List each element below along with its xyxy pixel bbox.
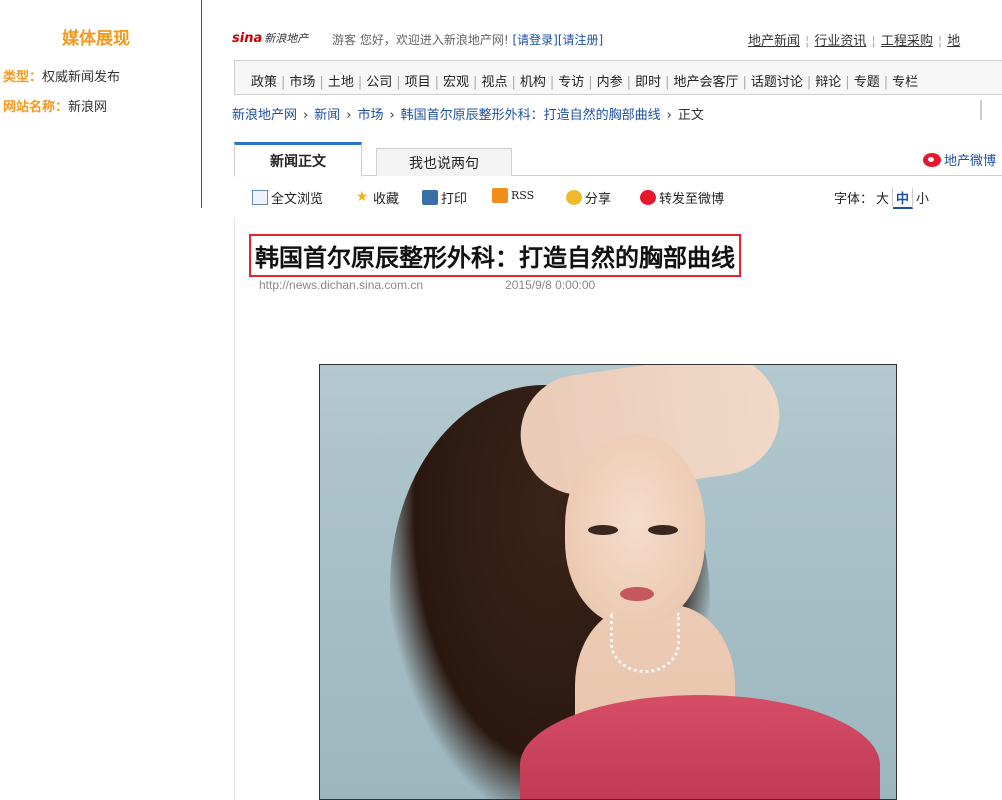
forward-label: 转发至微博 xyxy=(659,192,725,207)
media-sidebar: 媒体展现 类型：权威新闻发布 网站名称：新浪网 xyxy=(0,0,202,208)
sidebar-title: 媒体展现 xyxy=(62,29,130,49)
nav-item[interactable]: 宏观 xyxy=(443,75,469,90)
nav-item[interactable]: 话题讨论 xyxy=(751,75,803,90)
type-label: 类型： xyxy=(3,70,43,85)
breadcrumb-current: 正文 xyxy=(677,108,704,123)
forward-weibo-button[interactable]: 转发至微博 xyxy=(640,188,724,207)
breadcrumb: 新浪地产网 › 新闻 › 市场 › 韩国首尔原辰整形外科：打造自然的胸部曲线 › 正文 xyxy=(232,100,982,123)
article-photo xyxy=(319,364,897,800)
nav-item[interactable]: 项目 xyxy=(405,75,431,90)
print-button[interactable]: 打印 xyxy=(422,188,467,207)
share-button[interactable]: 分享 xyxy=(566,188,611,207)
breadcrumb-market[interactable]: 市场 xyxy=(357,108,383,123)
nav-separator: | xyxy=(319,75,324,90)
nav-item[interactable]: 机构 xyxy=(520,75,546,90)
nav-separator: | xyxy=(396,75,401,90)
nav-item[interactable]: 市场 xyxy=(289,75,315,90)
font-size-large[interactable]: 大 xyxy=(873,188,894,207)
doc-icon xyxy=(252,190,268,205)
font-size-label: 字体： xyxy=(834,192,874,207)
breadcrumb-article[interactable]: 韩国首尔原辰整形外科：打造自然的胸部曲线 xyxy=(401,108,661,123)
weibo-icon xyxy=(922,153,941,167)
fulltext-button[interactable]: 全文浏览 xyxy=(252,188,323,207)
breadcrumb-home[interactable]: 新浪地产网 xyxy=(232,108,297,123)
nav-item[interactable]: 地产会客厅 xyxy=(673,75,738,90)
weibo-forward-icon xyxy=(640,190,656,205)
nav-separator: | xyxy=(511,75,516,90)
sidebar-type-row: 类型：权威新闻发布 xyxy=(3,66,120,85)
nav-separator: | xyxy=(742,75,747,90)
nav-item[interactable]: 即时 xyxy=(635,75,661,90)
breadcrumb-news[interactable]: 新闻 xyxy=(314,108,340,123)
article-tabs: 新闻正文 我也说两句 地产微博 xyxy=(234,140,1002,177)
tab-comment[interactable]: 我也说两句 xyxy=(376,148,512,176)
nav-item[interactable]: 土地 xyxy=(328,75,354,90)
nav-separator: | xyxy=(473,75,478,90)
star-icon: ★ xyxy=(355,189,369,205)
greeting-bar: 游客 您好，欢迎进入新浪地产网! [请登录][请注册] xyxy=(332,31,603,48)
nav-item[interactable]: 专栏 xyxy=(892,75,918,90)
nav-separator: | xyxy=(626,75,632,90)
article-headline: 韩国首尔原辰整形外科：打造自然的胸部曲线 xyxy=(249,234,741,277)
main-column: sina 新浪地产 游客 您好，欢迎进入新浪地产网! [请登录][请注册] 地产新… xyxy=(232,0,1002,800)
nav-item[interactable]: 辩论 xyxy=(815,75,841,90)
nav-separator: | xyxy=(665,75,670,90)
register-link[interactable]: [请注册] xyxy=(558,33,603,47)
share-label: 分享 xyxy=(585,192,612,207)
font-size-small[interactable]: 小 xyxy=(913,188,932,207)
nav-item[interactable]: 公司 xyxy=(366,75,392,90)
nav-separator: | xyxy=(588,75,593,90)
nav-separator: | xyxy=(806,75,812,90)
font-size-switcher: 字体：大中小 xyxy=(834,188,932,209)
nav-items: 政策 | 市场 | 土地 | 公司 | 项目 | 宏观 | 视点 | 机构 | 专访 | 内参 | 即时 | 地产会客厅 | 话… xyxy=(251,71,918,90)
top-link-industry[interactable]: 行业资讯 xyxy=(814,34,866,49)
article-box: 新闻正文 我也说两句 地产微博 全文浏览 ★ 收藏 打印 RSS 分享 转发至微… xyxy=(234,140,1002,800)
top-links: 地产新闻 ¦ 行业资讯 ¦ 工程采购 ¦ 地 xyxy=(748,34,961,49)
site-header: sina 新浪地产 游客 您好，欢迎进入新浪地产网! [请登录][请注册] 地产新… xyxy=(232,28,1002,50)
sidebar-site-row: 网站名称：新浪网 xyxy=(3,96,107,115)
nav-item[interactable]: 政策 xyxy=(251,75,277,90)
print-label: 打印 xyxy=(441,192,468,207)
nav-separator: | xyxy=(281,75,286,90)
article-content: 韩国首尔原辰整形外科：打造自然的胸部曲线 http://news.dichan.… xyxy=(234,218,1002,800)
rss-label: RSS xyxy=(511,189,535,202)
fulltext-label: 全文浏览 xyxy=(271,192,324,207)
top-link-news[interactable]: 地产新闻 xyxy=(748,34,800,49)
article-toolbar: 全文浏览 ★ 收藏 打印 RSS 分享 转发至微博 字体：大中小 xyxy=(252,188,992,212)
nav-item[interactable]: 专访 xyxy=(558,75,584,90)
nav-item[interactable]: 专题 xyxy=(854,75,880,90)
logo-main: sina xyxy=(232,31,263,46)
top-link-procurement[interactable]: 工程采购 xyxy=(881,34,933,49)
font-size-medium[interactable]: 中 xyxy=(893,188,914,209)
share-icon xyxy=(566,190,582,205)
nav-item[interactable]: 内参 xyxy=(597,75,623,90)
weibo-label: 地产微博 xyxy=(943,154,996,169)
site-value: 新浪网 xyxy=(68,100,108,115)
sina-logo[interactable]: sina 新浪地产 xyxy=(232,30,308,46)
type-value: 权威新闻发布 xyxy=(42,70,121,85)
site-label: 网站名称： xyxy=(3,100,69,115)
channel-nav: 政策 | 市场 | 土地 | 公司 | 项目 | 宏观 | 视点 | 机构 | 专访 | 内参 | 即时 | 地产会客厅 | 话… xyxy=(234,60,1002,95)
favorite-button[interactable]: ★ 收藏 xyxy=(354,188,400,208)
favorite-label: 收藏 xyxy=(373,192,400,207)
tab-news-body[interactable]: 新闻正文 xyxy=(234,142,362,177)
rss-icon xyxy=(492,188,508,203)
article-source: http://news.dichan.sina.com.cn xyxy=(259,278,424,292)
weibo-link[interactable]: 地产微博 xyxy=(922,150,996,169)
nav-separator: | xyxy=(434,75,440,90)
top-link-more[interactable]: 地 xyxy=(947,34,960,49)
article-meta: http://news.dichan.sina.com.cn 2015/9/8 0… xyxy=(259,278,595,292)
login-link[interactable]: [请登录] xyxy=(512,33,557,47)
rss-button[interactable]: RSS xyxy=(492,188,534,203)
nav-item[interactable]: 视点 xyxy=(481,75,507,90)
nav-separator: | xyxy=(883,75,889,90)
article-date: 2015/9/8 0:00:00 xyxy=(505,278,596,292)
nav-separator: | xyxy=(357,75,363,90)
scrollbar[interactable] xyxy=(980,100,982,120)
logo-sub: 新浪地产 xyxy=(264,32,309,45)
printer-icon xyxy=(422,190,438,205)
greeting-text: 游客 您好，欢迎进入新浪地产网! xyxy=(332,33,509,47)
nav-separator: | xyxy=(549,75,555,90)
nav-separator: | xyxy=(845,75,850,90)
